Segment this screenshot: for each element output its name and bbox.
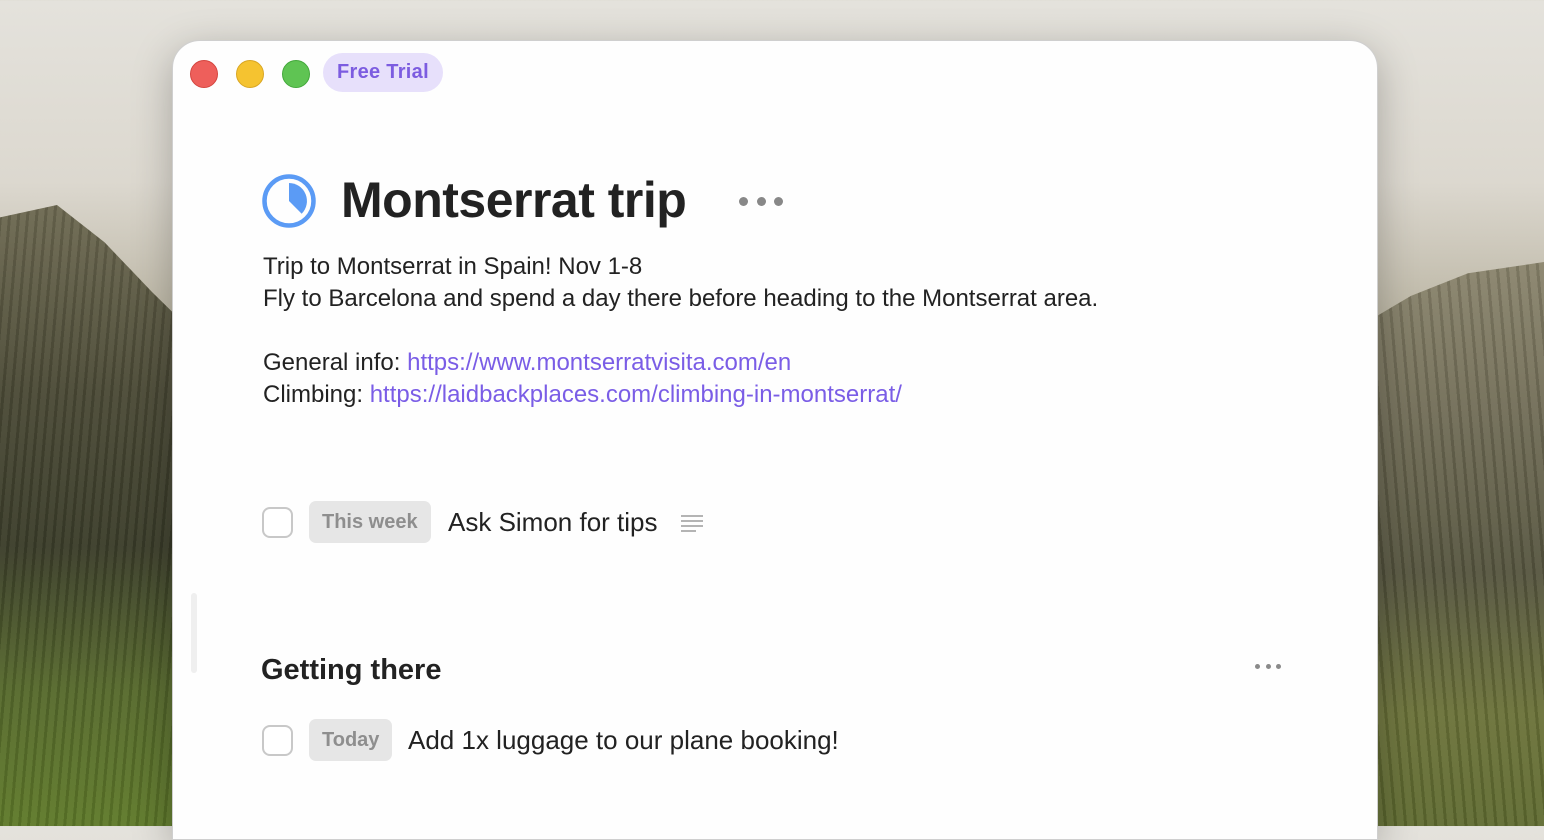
when-badge[interactable]: This week bbox=[309, 501, 431, 543]
notes-line: Trip to Montserrat in Spain! Nov 1-8 bbox=[263, 253, 643, 280]
dot-icon bbox=[774, 196, 783, 206]
close-window-button[interactable] bbox=[190, 60, 218, 88]
scroll-indicator[interactable] bbox=[191, 593, 197, 673]
wallpaper-rock-left bbox=[0, 205, 190, 826]
app-window: Free Trial Montserrat trip Trip to Monts… bbox=[172, 40, 1378, 840]
general-info-link[interactable]: https://www.montserratvisita.com/en bbox=[407, 349, 791, 376]
project-title[interactable]: Montserrat trip bbox=[341, 167, 687, 233]
climbing-label: Climbing: bbox=[263, 381, 370, 408]
dot-icon bbox=[1265, 663, 1271, 669]
heading-more-options-button[interactable] bbox=[1255, 661, 1281, 671]
task-checkbox[interactable] bbox=[262, 725, 293, 756]
heading-title[interactable]: Getting there bbox=[261, 650, 441, 690]
dot-icon bbox=[1276, 663, 1281, 669]
wallpaper-rock-right bbox=[1354, 262, 1544, 826]
when-badge[interactable]: Today bbox=[309, 719, 393, 761]
dot-icon bbox=[1255, 663, 1260, 669]
project-notes[interactable]: Trip to Montserrat in Spain! Nov 1-8 Fly… bbox=[263, 251, 1263, 411]
notes-general-info: General info: https://www.montserratvisi… bbox=[263, 347, 1263, 379]
minimize-window-button[interactable] bbox=[236, 60, 264, 88]
general-info-label: General info: bbox=[263, 349, 408, 376]
project-more-options-button[interactable] bbox=[739, 190, 783, 212]
dot-icon bbox=[739, 196, 748, 206]
free-trial-badge[interactable]: Free Trial bbox=[323, 53, 443, 92]
task-title[interactable]: Add 1x luggage to our plane booking! bbox=[408, 720, 839, 760]
dot-icon bbox=[756, 196, 766, 206]
maximize-window-button[interactable] bbox=[282, 60, 310, 88]
notes-climbing: Climbing: https://laidbackplaces.com/cli… bbox=[263, 379, 1263, 411]
notes-line: Fly to Barcelona and spend a day there b… bbox=[263, 285, 1099, 312]
task-checkbox[interactable] bbox=[262, 507, 293, 538]
notes-blank-line bbox=[263, 315, 1263, 347]
climbing-link[interactable]: https://laidbackplaces.com/climbing-in-m… bbox=[370, 381, 902, 408]
notes-icon bbox=[681, 515, 703, 533]
progress-pie-icon bbox=[262, 174, 316, 228]
task-title[interactable]: Ask Simon for tips bbox=[448, 502, 658, 542]
